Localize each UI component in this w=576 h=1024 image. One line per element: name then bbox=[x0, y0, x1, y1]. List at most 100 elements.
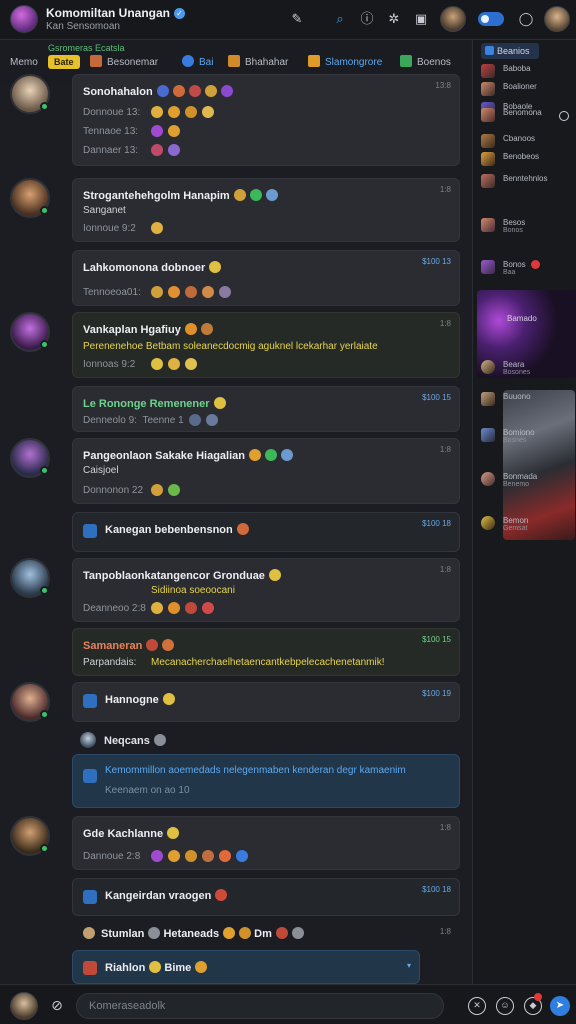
message-meta: Donnonon 22 bbox=[83, 485, 144, 496]
reaction-row[interactable] bbox=[151, 602, 219, 615]
channel-subtitle: Kan Sensomoan bbox=[46, 21, 120, 32]
online-indicator bbox=[40, 586, 49, 595]
message-input[interactable] bbox=[76, 993, 444, 1019]
search-icon[interactable]: ⌕ bbox=[331, 10, 349, 28]
reaction-row[interactable] bbox=[189, 414, 223, 427]
reaction-icon bbox=[151, 125, 163, 137]
author-avatar[interactable] bbox=[10, 312, 50, 352]
reaction-icon bbox=[185, 850, 197, 862]
attach-icon[interactable]: ⊘ bbox=[48, 996, 66, 1014]
message-title: Hannogne bbox=[105, 693, 175, 706]
message-bubble[interactable]: Tanpoblaonkatangencor Gronduae Sidiinoa … bbox=[72, 558, 460, 622]
hot-badge[interactable]: Bate bbox=[48, 55, 80, 69]
message-bubble[interactable]: Hannogne $100 19 bbox=[72, 682, 460, 722]
reaction-row[interactable] bbox=[151, 850, 253, 863]
rail-header[interactable]: Beanios bbox=[481, 43, 539, 59]
rail-sub: Bosones bbox=[503, 369, 531, 376]
category-item[interactable]: Besonemar bbox=[90, 55, 158, 71]
emoji-icon bbox=[200, 323, 213, 335]
online-indicator bbox=[40, 102, 49, 111]
category-item[interactable]: Bhahahar bbox=[228, 55, 288, 71]
message-title: Riahlon Bime bbox=[105, 961, 208, 974]
add-icon[interactable] bbox=[559, 111, 569, 121]
user-avatar[interactable] bbox=[544, 6, 570, 32]
message-meta: Ionnoas 9:2 bbox=[83, 359, 136, 370]
menu-label[interactable]: Memo bbox=[10, 57, 38, 68]
chat-feed[interactable]: Sonohahalon Donnoue 13: Tennaoe 13: Dann… bbox=[0, 74, 470, 984]
online-indicator bbox=[40, 340, 49, 349]
author-avatar[interactable] bbox=[10, 816, 50, 856]
message-bubble[interactable]: Gde Kachlanne Dannoue 2:8 1:8 bbox=[72, 816, 460, 870]
channel-title-text: Komomiltan Unangan bbox=[46, 6, 171, 20]
reaction-row[interactable] bbox=[151, 484, 185, 497]
message-subtitle: Caisjoel bbox=[83, 465, 119, 476]
category-item[interactable]: Slamongrore bbox=[308, 55, 382, 71]
author-avatar[interactable] bbox=[10, 682, 50, 722]
author-avatar[interactable] bbox=[10, 558, 50, 598]
online-indicator bbox=[40, 206, 49, 215]
pin-icon[interactable]: ✎ bbox=[288, 10, 306, 28]
image-icon bbox=[83, 961, 97, 975]
settings-icon[interactable]: ✲ bbox=[385, 10, 403, 28]
rail-avatar bbox=[481, 360, 495, 374]
status-icon[interactable]: ◯ bbox=[517, 10, 535, 28]
rail-label: Benntehnlos bbox=[503, 174, 548, 183]
channel-avatar[interactable] bbox=[10, 5, 38, 33]
emoji-picker-icon[interactable]: ☺ bbox=[496, 997, 514, 1015]
message-bubble[interactable]: Pangeonlaon Sakake Hiagalian Caisjoel Do… bbox=[72, 438, 460, 504]
reaction-row[interactable] bbox=[151, 144, 185, 157]
author-avatar[interactable] bbox=[10, 438, 50, 478]
reply-avatar[interactable] bbox=[80, 732, 96, 748]
members-icon[interactable]: ▣ bbox=[412, 10, 430, 28]
message-bubble[interactable]: Kanegan bebenbensnon $100 18 bbox=[72, 512, 460, 552]
reaction-icon bbox=[206, 414, 218, 426]
message-bubble[interactable]: Lahkomonona dobnoer Tennoeoa01: $100 13 bbox=[72, 250, 460, 306]
emoji-icon bbox=[172, 85, 185, 97]
reply-author: Neqcans bbox=[104, 734, 166, 747]
rail-label: Baboba bbox=[503, 64, 531, 73]
reaction-row[interactable] bbox=[151, 286, 236, 299]
mode-toggle[interactable] bbox=[478, 12, 504, 26]
rail-label: Benobeos bbox=[503, 152, 540, 161]
message-bubble[interactable]: Vankaplan Hgafiuy Perenenehoe Betbam sol… bbox=[72, 312, 460, 378]
profile-avatar[interactable] bbox=[440, 6, 466, 32]
message-title-text: Kangeirdan vraogen bbox=[105, 890, 212, 902]
category-icon bbox=[90, 55, 102, 67]
link-title[interactable]: Kemommillon aoemedads nelegenmaben kende… bbox=[105, 765, 406, 776]
message-bubble[interactable]: Kangeirdan vraogen $100 18 bbox=[72, 878, 460, 916]
category-item[interactable]: Bai bbox=[182, 55, 213, 71]
message-meta: Dannoue 2:8 bbox=[83, 851, 141, 862]
category-label: Bhahahar bbox=[245, 57, 289, 68]
clock-icon[interactable]: ✕ bbox=[468, 997, 486, 1015]
verified-icon: ✓ bbox=[174, 8, 186, 19]
message-meta: Tennaoe 13: bbox=[83, 126, 139, 137]
message-bubble[interactable]: Le Rononge Remenener Denneolo 9: Teenne … bbox=[72, 386, 460, 432]
reaction-row[interactable] bbox=[151, 358, 202, 371]
message-bubble[interactable]: Riahlon Bime ▾ bbox=[72, 950, 420, 984]
link-icon bbox=[83, 769, 97, 783]
reaction-row[interactable] bbox=[151, 106, 219, 119]
message-bubble[interactable]: Strogantehehgolm Hanapim Sanganet Ionnou… bbox=[72, 178, 460, 242]
category-label: Slamongrore bbox=[325, 57, 383, 68]
category-item[interactable]: Boenos bbox=[400, 55, 451, 71]
author-avatar[interactable] bbox=[10, 74, 50, 114]
info-icon[interactable]: ⓘ bbox=[358, 10, 376, 28]
message-time: $100 15 bbox=[422, 393, 451, 402]
reaction-row[interactable] bbox=[151, 222, 168, 235]
composer-bar: ⊘ ✕ ☺ ◆ ➤ bbox=[0, 984, 576, 1024]
message-meta: Ionnoue 9:2 bbox=[83, 223, 136, 234]
message-bubble[interactable]: Samaneran Parpandais: Mecanacherchaelhet… bbox=[72, 628, 460, 676]
reaction-icon bbox=[168, 125, 180, 137]
reaction-row[interactable] bbox=[151, 125, 185, 138]
rail-avatar bbox=[481, 174, 495, 188]
message-bubble[interactable]: Sonohahalon Donnoue 13: Tennaoe 13: Dann… bbox=[72, 74, 460, 166]
author-avatar[interactable] bbox=[10, 178, 50, 218]
rail-label: Bomiono bbox=[503, 428, 535, 437]
send-button[interactable]: ➤ bbox=[550, 996, 570, 1016]
reaction-icon bbox=[185, 602, 197, 614]
reaction-icon bbox=[151, 144, 163, 156]
channel-title: Komomiltan Unangan ✓ bbox=[46, 6, 186, 20]
composer-avatar[interactable] bbox=[10, 992, 38, 1020]
dropdown-icon[interactable]: ▾ bbox=[407, 961, 411, 970]
link-card[interactable]: Kemommillon aoemedads nelegenmaben kende… bbox=[72, 754, 460, 808]
